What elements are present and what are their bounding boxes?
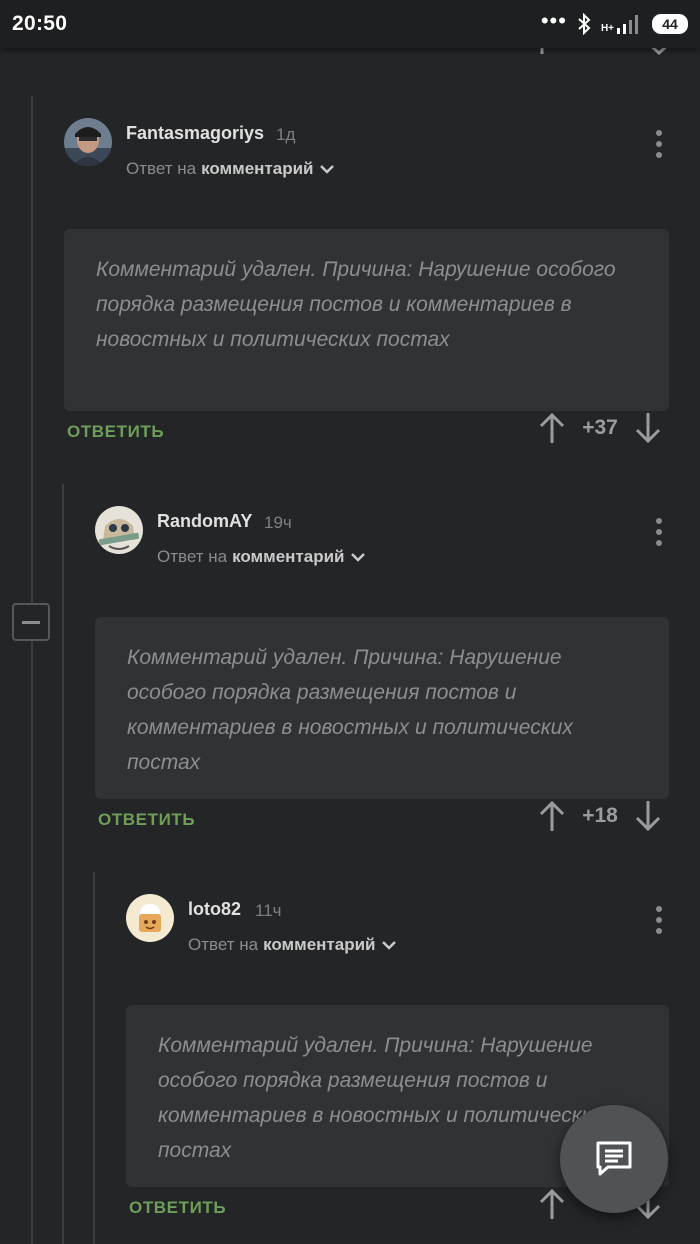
comment-author[interactable]: RandomAY xyxy=(157,511,252,532)
downvote-icon[interactable] xyxy=(634,412,662,444)
comment-time: 1д xyxy=(276,125,296,144)
thread-line-level-1 xyxy=(31,96,33,1244)
status-bar: 20:50 ••• H+ 44 xyxy=(0,0,700,48)
chevron-down-icon xyxy=(351,553,366,562)
reply-to-link[interactable]: Ответ на комментарий xyxy=(157,547,367,567)
collapse-thread-button[interactable] xyxy=(12,603,50,641)
comment-time: 19ч xyxy=(264,513,292,532)
status-time: 20:50 xyxy=(12,12,68,35)
reply-to-target: комментарий xyxy=(201,159,314,178)
thread-line-level-2 xyxy=(62,484,64,1244)
upvote-icon[interactable] xyxy=(538,1188,566,1220)
more-options-button[interactable] xyxy=(649,124,669,164)
comment: Fantasmagoriys 1д Ответ на комментарий К… xyxy=(64,118,670,448)
reply-button[interactable]: ОТВЕТИТЬ xyxy=(98,810,195,830)
avatar[interactable] xyxy=(126,894,174,942)
upvote-icon[interactable] xyxy=(538,412,566,444)
battery-indicator: 44 xyxy=(652,14,688,34)
avatar[interactable] xyxy=(95,506,143,554)
avatar[interactable] xyxy=(64,118,112,166)
chevron-down-icon xyxy=(382,941,397,950)
write-comment-button[interactable] xyxy=(560,1105,668,1213)
status-icons: ••• H+ 44 xyxy=(540,8,688,35)
vote-count: +37 xyxy=(582,416,618,439)
reply-to-prefix: Ответ на xyxy=(188,935,259,954)
comment-content: Комментарий удален. Причина: Нарушение о… xyxy=(64,229,669,411)
reply-to-target: комментарий xyxy=(232,547,345,566)
thread-line-level-3 xyxy=(93,872,95,1244)
chevron-down-icon xyxy=(320,165,335,174)
signal-icon: H+ xyxy=(601,14,642,34)
vote-controls: +18 xyxy=(538,800,662,832)
upvote-icon[interactable] xyxy=(538,800,566,832)
more-options-button[interactable] xyxy=(649,512,669,552)
more-options-button[interactable] xyxy=(649,900,669,940)
comment-icon xyxy=(596,1141,632,1176)
comment-content: Комментарий удален. Причина: Нарушение о… xyxy=(95,617,669,799)
reply-to-link[interactable]: Ответ на комментарий xyxy=(188,935,398,955)
comment: RandomAY 19ч Ответ на комментарий Коммен… xyxy=(95,506,670,836)
reply-button[interactable]: ОТВЕТИТЬ xyxy=(129,1198,226,1218)
vote-count: +18 xyxy=(582,804,618,827)
bluetooth-icon xyxy=(578,13,591,35)
comment-author[interactable]: Fantasmagoriys xyxy=(126,123,264,144)
more-dots-icon: ••• xyxy=(540,8,567,33)
reply-to-target: комментарий xyxy=(263,935,376,954)
reply-button[interactable]: ОТВЕТИТЬ xyxy=(67,422,164,442)
reply-to-link[interactable]: Ответ на комментарий xyxy=(126,159,336,179)
reply-to-prefix: Ответ на xyxy=(126,159,197,178)
comment-author[interactable]: loto82 xyxy=(188,899,241,920)
reply-to-prefix: Ответ на xyxy=(157,547,228,566)
vote-controls: +37 xyxy=(538,412,662,444)
network-type: H+ xyxy=(600,23,614,34)
comment-time: 11ч xyxy=(255,901,282,920)
downvote-icon[interactable] xyxy=(634,800,662,832)
